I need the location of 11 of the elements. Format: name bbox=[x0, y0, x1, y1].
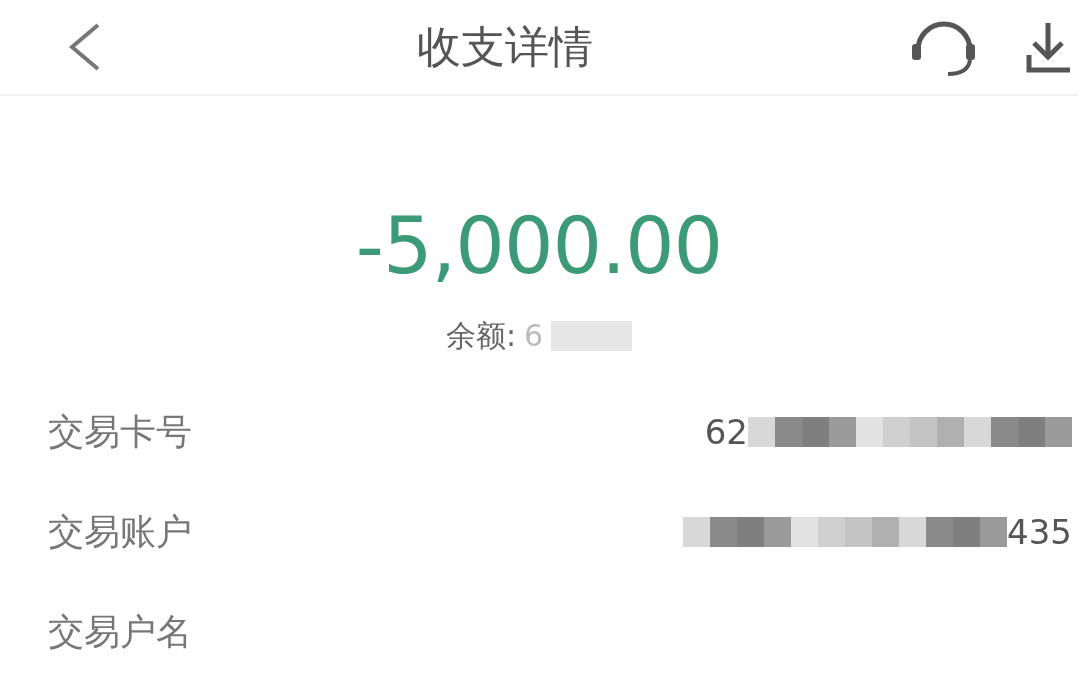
field-label: 交易账户 bbox=[48, 510, 192, 554]
field-label: 交易户名 bbox=[48, 610, 192, 654]
field-label: 交易卡号 bbox=[48, 410, 192, 454]
field-value: 62 bbox=[704, 410, 748, 454]
amount: -5,000.00 bbox=[355, 200, 723, 293]
field-value: 435 bbox=[1007, 510, 1072, 554]
back-icon[interactable] bbox=[68, 23, 102, 71]
page-title: 收支详情 bbox=[417, 20, 593, 74]
balance-value: 6 bbox=[524, 317, 544, 355]
balance-label: 余额: bbox=[445, 317, 516, 355]
download-icon[interactable] bbox=[1026, 21, 1070, 73]
